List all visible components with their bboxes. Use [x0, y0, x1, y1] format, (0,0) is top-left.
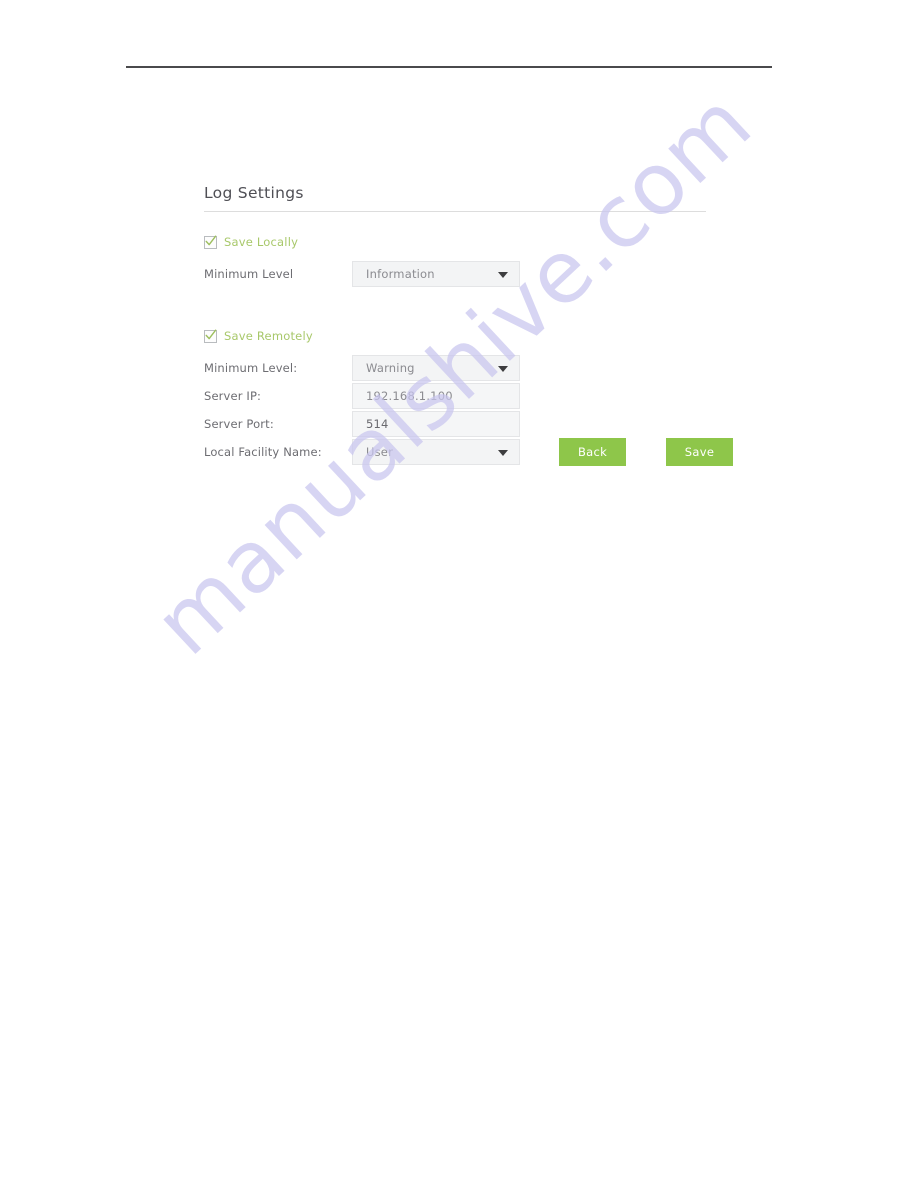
back-button[interactable]: Back [559, 438, 626, 466]
checkbox-row-save-remotely[interactable]: Save Remotely [204, 327, 706, 345]
select-minimum-level-remote[interactable]: Warning [352, 355, 520, 382]
checkbox-label-save-remotely: Save Remotely [224, 329, 313, 344]
server-ip-input[interactable]: 192.168.1.100 [352, 383, 520, 410]
save-button[interactable]: Save [666, 438, 733, 466]
checkbox-row-save-locally[interactable]: Save Locally [204, 233, 706, 251]
action-button-bar: Back Save [559, 438, 733, 466]
field-row-server-port: Server Port: 514 [204, 411, 706, 438]
field-label-server-ip: Server IP: [204, 389, 262, 404]
field-label-minimum-level-local: Minimum Level [204, 267, 294, 282]
log-settings-panel: Log Settings Save Locally Minimum Level … [204, 184, 706, 466]
title-divider [204, 211, 706, 213]
chevron-down-icon[interactable] [498, 450, 508, 457]
checkbox-label-save-locally: Save Locally [224, 235, 299, 250]
server-port-value: 514 [366, 417, 389, 432]
select-local-facility-name[interactable]: User [352, 439, 520, 466]
checkmark-icon[interactable] [204, 235, 217, 249]
field-row-minimum-level-local: Minimum Level Information [204, 261, 706, 288]
server-ip-value: 192.168.1.100 [366, 389, 453, 404]
page-header-rule [126, 66, 772, 68]
field-row-server-ip: Server IP: 192.168.1.100 [204, 383, 706, 410]
chevron-down-icon[interactable] [498, 272, 508, 279]
field-row-minimum-level-remote: Minimum Level: Warning [204, 355, 706, 382]
page-title: Log Settings [204, 184, 304, 202]
select-value-minimum-level-remote: Warning [366, 361, 415, 376]
chevron-down-icon[interactable] [498, 366, 508, 373]
field-label-local-facility-name: Local Facility Name: [204, 445, 322, 460]
field-label-minimum-level-remote: Minimum Level: [204, 361, 298, 376]
field-label-server-port: Server Port: [204, 417, 274, 432]
select-value-minimum-level-local: Information [366, 267, 435, 282]
select-minimum-level-local[interactable]: Information [352, 261, 520, 288]
select-value-local-facility-name: User [366, 445, 394, 460]
server-port-input[interactable]: 514 [352, 411, 520, 438]
checkmark-icon[interactable] [204, 329, 217, 343]
